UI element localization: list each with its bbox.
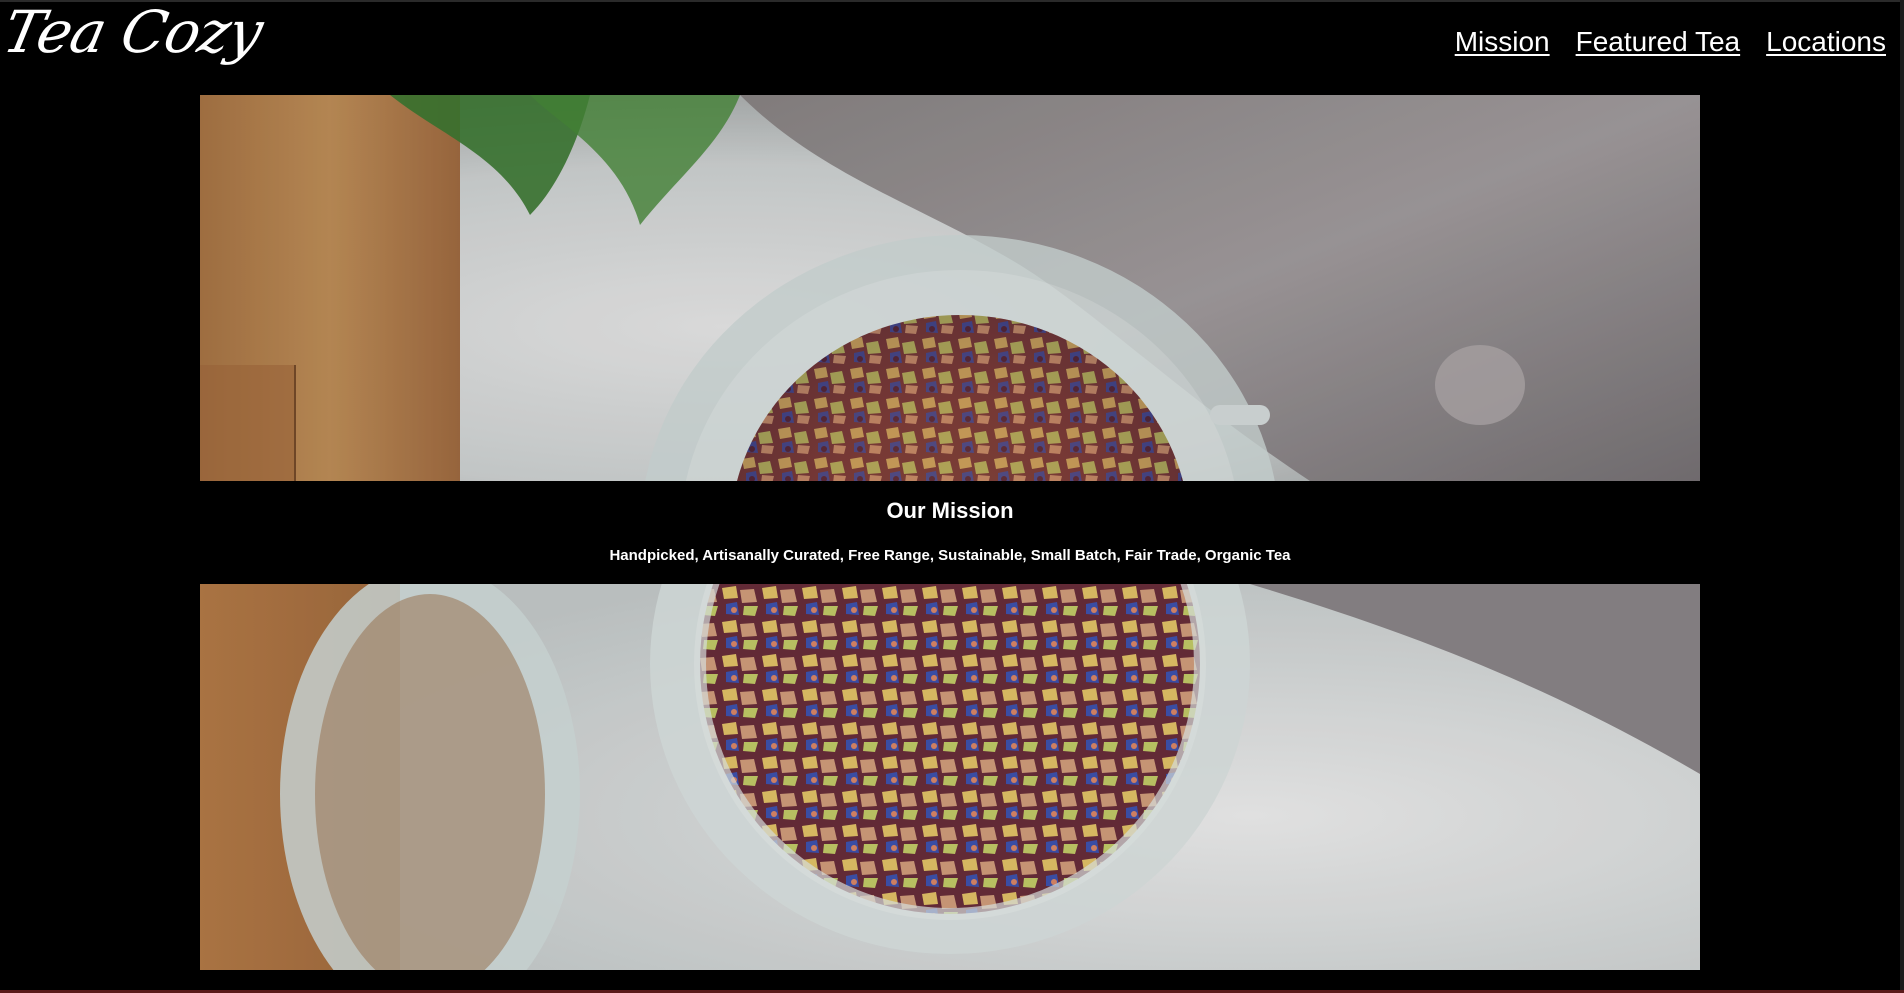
nav-link-mission[interactable]: Mission xyxy=(1455,26,1550,58)
tea-jar-photo-top xyxy=(200,95,1700,481)
site-logo[interactable]: Tea Cozy xyxy=(0,0,268,66)
top-border xyxy=(0,0,1904,2)
page: Tea Cozy Mission Featured Tea Locations xyxy=(0,0,1904,993)
hero-image-top xyxy=(200,95,1700,481)
mission-section: Our Mission Handpicked, Artisanally Cura… xyxy=(200,481,1700,584)
tea-jar-photo-bottom xyxy=(200,584,1700,970)
mission-tagline: Handpicked, Artisanally Curated, Free Ra… xyxy=(609,547,1291,564)
main-nav: Mission Featured Tea Locations xyxy=(1455,26,1886,58)
nav-link-locations[interactable]: Locations xyxy=(1766,26,1886,58)
scrollbar-edge[interactable] xyxy=(1900,0,1904,993)
hero-image-bottom xyxy=(200,584,1700,970)
nav-link-featured-tea[interactable]: Featured Tea xyxy=(1576,26,1741,58)
mission-title: Our Mission xyxy=(886,498,1014,523)
